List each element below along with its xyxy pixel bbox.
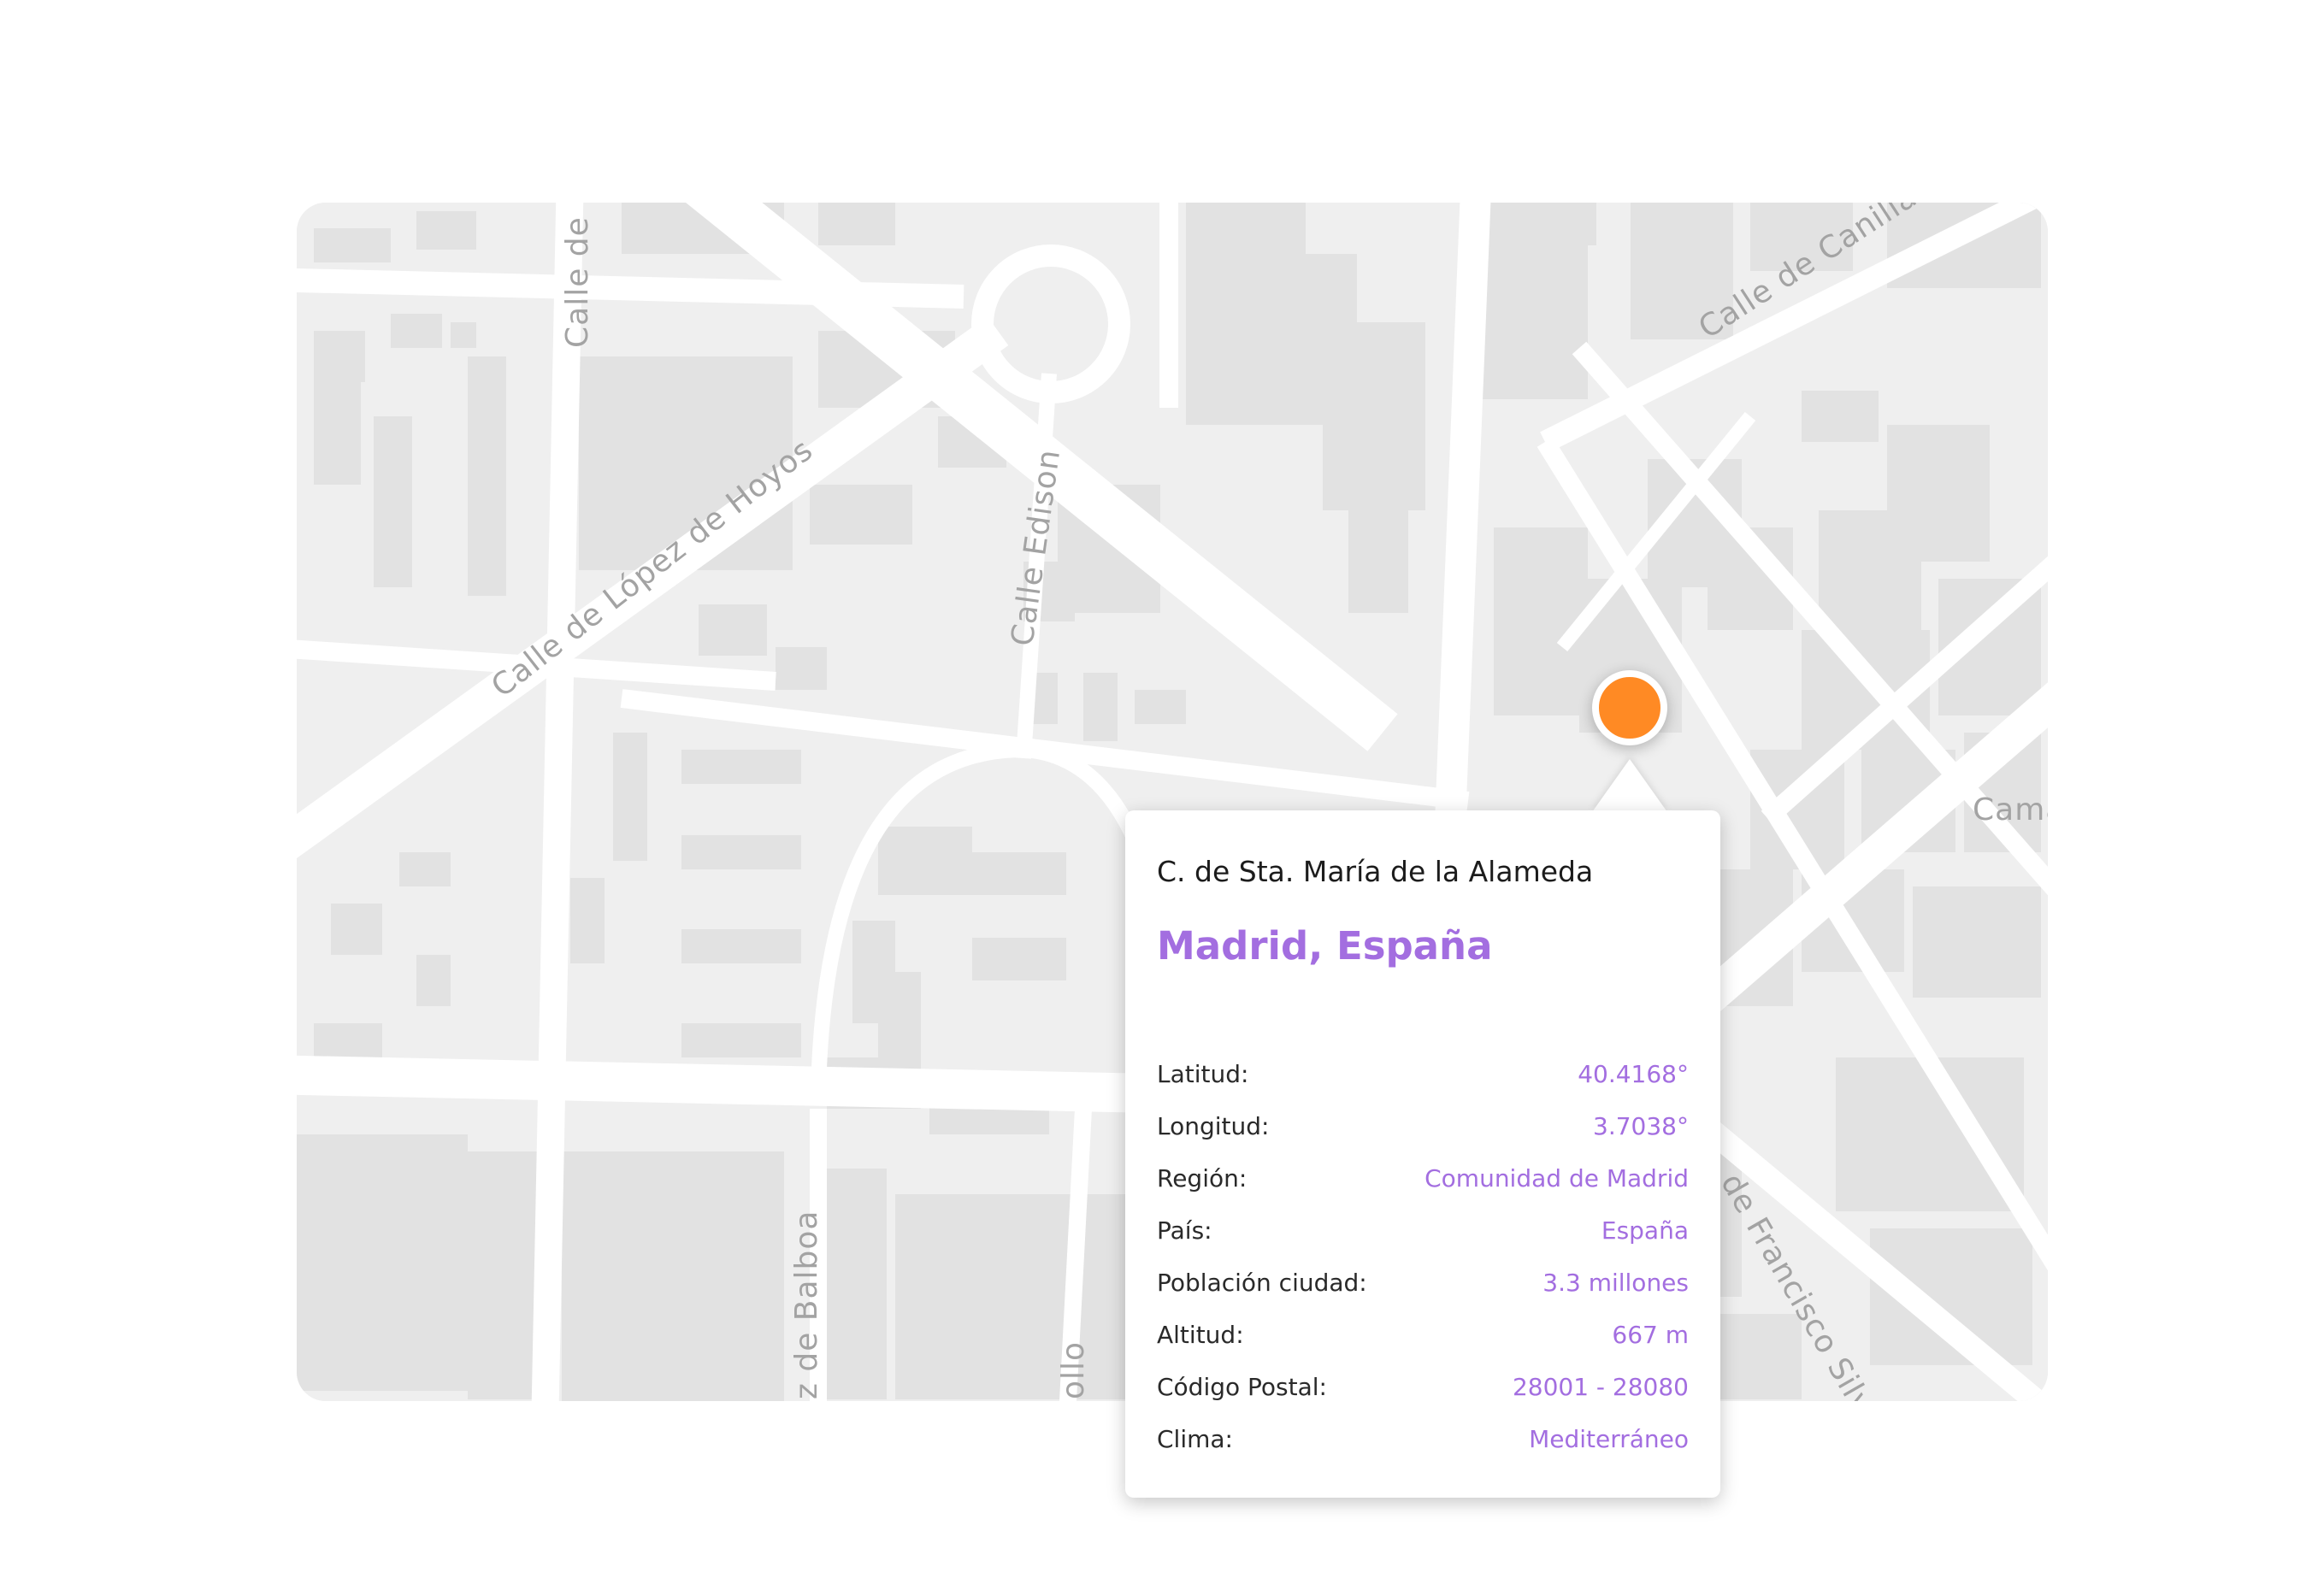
detail-row-altitude: Altitud: 667 m <box>1157 1309 1689 1361</box>
page: Calle de López de Hoyos Calle Edison Cal… <box>0 0 2324 1590</box>
detail-value: 40.4168° <box>1578 1060 1689 1088</box>
location-marker-icon[interactable] <box>1592 670 1667 745</box>
popup-street-name: C. de Sta. María de la Alameda <box>1157 855 1594 888</box>
detail-label: País: <box>1157 1216 1212 1245</box>
detail-row-climate: Clima: Mediterráneo <box>1157 1413 1689 1465</box>
street-label-cama: Cama <box>1973 792 2048 827</box>
detail-row-country: País: España <box>1157 1204 1689 1257</box>
popup-pointer <box>1592 759 1667 812</box>
detail-label: Longitud: <box>1157 1112 1270 1140</box>
detail-value: España <box>1601 1216 1689 1245</box>
location-info-popup: C. de Sta. María de la Alameda Madrid, E… <box>1125 810 1720 1498</box>
detail-value: 28001 - 28080 <box>1512 1373 1689 1401</box>
detail-label: Código Postal: <box>1157 1373 1327 1401</box>
street-label-calle-de: Calle de <box>560 216 595 348</box>
street-label-ollo: ollo <box>1056 1341 1091 1399</box>
detail-label: Población ciudad: <box>1157 1269 1367 1297</box>
detail-row-region: Región: Comunidad de Madrid <box>1157 1152 1689 1204</box>
detail-value: 3.7038° <box>1593 1112 1689 1140</box>
detail-row-latitude: Latitud: 40.4168° <box>1157 1048 1689 1100</box>
popup-city-title: Madrid, España <box>1157 923 1493 969</box>
detail-value: 3.3 millones <box>1542 1269 1689 1297</box>
detail-label: Región: <box>1157 1164 1248 1192</box>
detail-value: Comunidad de Madrid <box>1424 1164 1689 1192</box>
detail-label: Altitud: <box>1157 1321 1244 1349</box>
detail-row-postal-code: Código Postal: 28001 - 28080 <box>1157 1361 1689 1413</box>
location-details-list: Latitud: 40.4168° Longitud: 3.7038° Regi… <box>1157 1048 1689 1465</box>
detail-value: 667 m <box>1612 1321 1689 1349</box>
street-label-balboa: z de Balboa <box>789 1210 824 1399</box>
detail-row-population: Población ciudad: 3.3 millones <box>1157 1257 1689 1309</box>
detail-value: Mediterráneo <box>1529 1425 1689 1453</box>
detail-label: Clima: <box>1157 1425 1233 1453</box>
detail-label: Latitud: <box>1157 1060 1249 1088</box>
detail-row-longitude: Longitud: 3.7038° <box>1157 1100 1689 1152</box>
